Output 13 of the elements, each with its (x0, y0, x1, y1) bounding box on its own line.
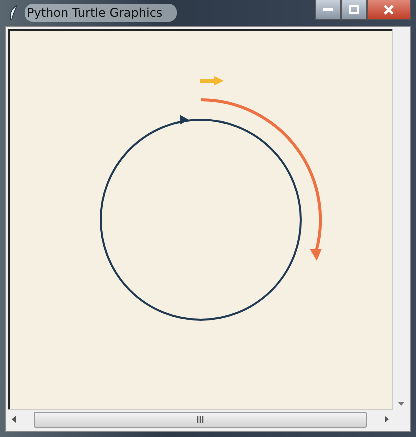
minimize-icon (323, 8, 333, 12)
maximize-icon (349, 5, 359, 14)
scroll-thumb[interactable] (34, 412, 367, 428)
scroll-right-icon[interactable] (385, 416, 389, 423)
window-title: Python Turtle Graphics (25, 4, 177, 22)
feather-icon (9, 5, 19, 21)
close-button[interactable] (367, 0, 411, 20)
scroll-left-icon[interactable] (12, 416, 16, 423)
close-icon (384, 4, 394, 14)
grip-icon (197, 416, 204, 423)
minimize-button[interactable] (315, 0, 341, 20)
maximize-button[interactable] (341, 0, 367, 20)
scroll-down-icon[interactable] (398, 402, 405, 406)
